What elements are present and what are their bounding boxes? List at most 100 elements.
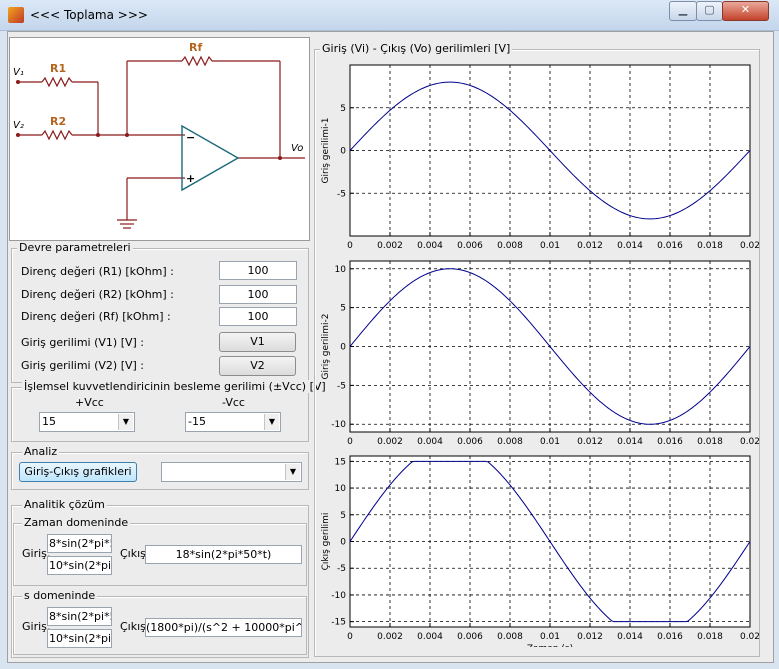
r1-field-label: Direnç değeri (R1) [kOhm] : — [21, 265, 174, 278]
r2-label: R2 — [50, 115, 66, 128]
x-tick-label: 0.01 — [540, 632, 560, 642]
r1-input[interactable]: 100 — [219, 261, 297, 280]
time-input-2[interactable]: 10*sin(2*pi*5 — [47, 556, 112, 575]
analysis-select[interactable]: ▼ — [161, 462, 302, 482]
r2-field-label: Direnç değeri (R2) [kOhm] : — [21, 288, 174, 301]
minimize-button[interactable]: ▁ — [669, 1, 697, 21]
y-tick-label: -5 — [337, 189, 346, 199]
s-input-2[interactable]: 10*sin(2*pi*5 — [47, 629, 112, 648]
x-tick-label: 0 — [347, 437, 353, 447]
y-axis-label: Giriş gerilimi-2 — [321, 314, 331, 380]
chevron-down-icon[interactable]: ▼ — [118, 414, 133, 430]
x-tick-label: 0.02 — [740, 632, 760, 642]
neg-vcc-value: -15 — [188, 415, 206, 428]
x-tick-label: 0.014 — [617, 437, 643, 447]
analytic-solution-title: Analitik çözüm — [22, 498, 107, 511]
summing-amplifier-schematic: V₁ V₂ R1 R2 Rf Vo − + — [13, 41, 305, 229]
x-tick-label: 0.018 — [697, 632, 723, 642]
x-tick-label: 0.014 — [617, 632, 643, 642]
circuit-diagram: V₁ V₂ R1 R2 Rf Vo − + — [9, 37, 310, 241]
y-tick-label: 0 — [340, 343, 346, 353]
time-output-field[interactable]: 18*sin(2*pi*50*t) — [145, 545, 302, 564]
analysis-panel: Analiz Giriş-Çıkış grafikleri ▼ — [11, 445, 309, 490]
supply-voltage-panel: İşlemsel kuvvetlendiricinin besleme geri… — [11, 380, 328, 442]
s-input-1[interactable]: 8*sin(2*pi*50 — [47, 607, 112, 626]
input-2-plot: 0 0.002 0.004 0.006 0.008 0.01 0.012 0.014 0.016… — [314, 252, 766, 452]
time-domain-panel: Zaman domeninde Giriş: 8*sin(2*pi*50 10*… — [13, 516, 307, 586]
x-tick-label: 0.012 — [577, 241, 603, 251]
matlab-icon — [8, 7, 24, 23]
maximize-icon: ▢ — [704, 3, 715, 16]
x-tick-label: 0 — [347, 632, 353, 642]
x-tick-label: 0.002 — [377, 241, 403, 251]
r2-input[interactable]: 100 — [219, 285, 297, 304]
v2-field-label: Giriş gerilimi (V2) [V] : — [21, 359, 145, 372]
y-tick-label: 5 — [340, 304, 346, 314]
x-tick-label: 0 — [347, 241, 353, 251]
x-tick-label: 0.008 — [497, 437, 523, 447]
pos-vcc-label: +Vcc — [75, 396, 104, 409]
close-icon: ✕ — [740, 3, 751, 16]
v1-button[interactable]: V1 — [219, 332, 296, 352]
time-domain-title: Zaman domeninde — [22, 516, 131, 529]
x-tick-label: 0.02 — [740, 437, 760, 447]
time-input-1[interactable]: 8*sin(2*pi*50 — [47, 534, 112, 553]
y-axis-label: Çıkış gerilimi — [321, 513, 331, 571]
plots-panel-title: Giriş (Vi) - Çıkış (Vo) gerilimleri [V] — [320, 42, 513, 55]
x-tick-label: 0.008 — [497, 632, 523, 642]
r1-label: R1 — [50, 62, 66, 75]
minimize-icon: ▁ — [678, 3, 688, 16]
y-tick-label: 10 — [335, 484, 347, 494]
rf-field-label: Direnç değeri (Rf) [kOhm] : — [21, 310, 171, 323]
circuit-parameters-panel: Devre parametreleri Direnç değeri (R1) [… — [11, 241, 309, 383]
x-tick-label: 0.018 — [697, 437, 723, 447]
vo-label: Vo — [291, 143, 303, 154]
x-tick-label: 0.01 — [540, 241, 560, 251]
io-graphs-button[interactable]: Giriş-Çıkış grafikleri — [19, 462, 137, 482]
output-plot: 0 0.002 0.004 0.006 0.008 0.01 0.012 0.014 0.016… — [314, 447, 766, 654]
v1-label: V₁ — [13, 67, 24, 78]
s-domain-title: s domeninde — [22, 589, 98, 602]
pos-vcc-value: 15 — [42, 415, 56, 428]
y-axis-label: Giriş gerilimi-1 — [321, 118, 331, 184]
x-tick-label: 0.012 — [577, 632, 603, 642]
window-title: <<< Toplama >>> — [30, 8, 148, 22]
y-tick-label: 0 — [340, 147, 346, 157]
circuit-parameters-title: Devre parametreleri — [17, 241, 133, 254]
neg-vcc-label: -Vcc — [222, 396, 245, 409]
y-tick-label: 0 — [340, 538, 346, 548]
maximize-button[interactable]: ▢ — [696, 1, 723, 21]
v2-button[interactable]: V2 — [219, 356, 296, 376]
pos-vcc-select[interactable]: 15 ▼ — [39, 412, 135, 432]
rf-input[interactable]: 100 — [219, 307, 297, 326]
neg-vcc-select[interactable]: -15 ▼ — [185, 412, 281, 432]
figure-client-area: V₁ V₂ R1 R2 Rf Vo − + Devre parametreler… — [7, 31, 774, 663]
y-tick-label: -5 — [337, 564, 346, 574]
minus-terminal: − — [186, 131, 195, 144]
x-tick-label: 0.018 — [697, 241, 723, 251]
chart-svg: 0 0.002 0.004 0.006 0.008 0.01 0.012 0.014 0.016… — [321, 260, 760, 447]
x-tick-label: 0.004 — [417, 632, 443, 642]
x-tick-label: 0.006 — [457, 241, 483, 251]
plus-terminal: + — [186, 172, 195, 185]
x-tick-label: 0.002 — [377, 632, 403, 642]
s-output-field[interactable]: (1800*pi)/(s^2 + 10000*pi^2) — [145, 618, 302, 637]
analysis-title: Analiz — [22, 445, 60, 458]
x-tick-label: 0.02 — [740, 241, 760, 251]
close-button[interactable]: ✕ — [722, 1, 769, 21]
chart-svg: 0 0.002 0.004 0.006 0.008 0.01 0.012 0.014 0.016… — [321, 455, 760, 654]
y-tick-label: -15 — [331, 618, 346, 628]
x-tick-label: 0.016 — [657, 437, 683, 447]
x-tick-label: 0.016 — [657, 632, 683, 642]
y-tick-label: 5 — [340, 511, 346, 521]
v1-field-label: Giriş gerilimi (V1) [V] : — [21, 336, 145, 349]
chevron-down-icon[interactable]: ▼ — [264, 414, 279, 430]
y-tick-label: 10 — [335, 265, 347, 275]
y-tick-label: -10 — [331, 420, 346, 430]
input-1-plot: 0 0.002 0.004 0.006 0.008 0.01 0.012 0.014 0.016… — [314, 56, 766, 256]
x-tick-label: 0.014 — [617, 241, 643, 251]
x-axis-label: Zaman (s) — [527, 644, 573, 647]
chevron-down-icon[interactable]: ▼ — [285, 464, 300, 480]
x-tick-label: 0.002 — [377, 437, 403, 447]
x-tick-label: 0.008 — [497, 241, 523, 251]
